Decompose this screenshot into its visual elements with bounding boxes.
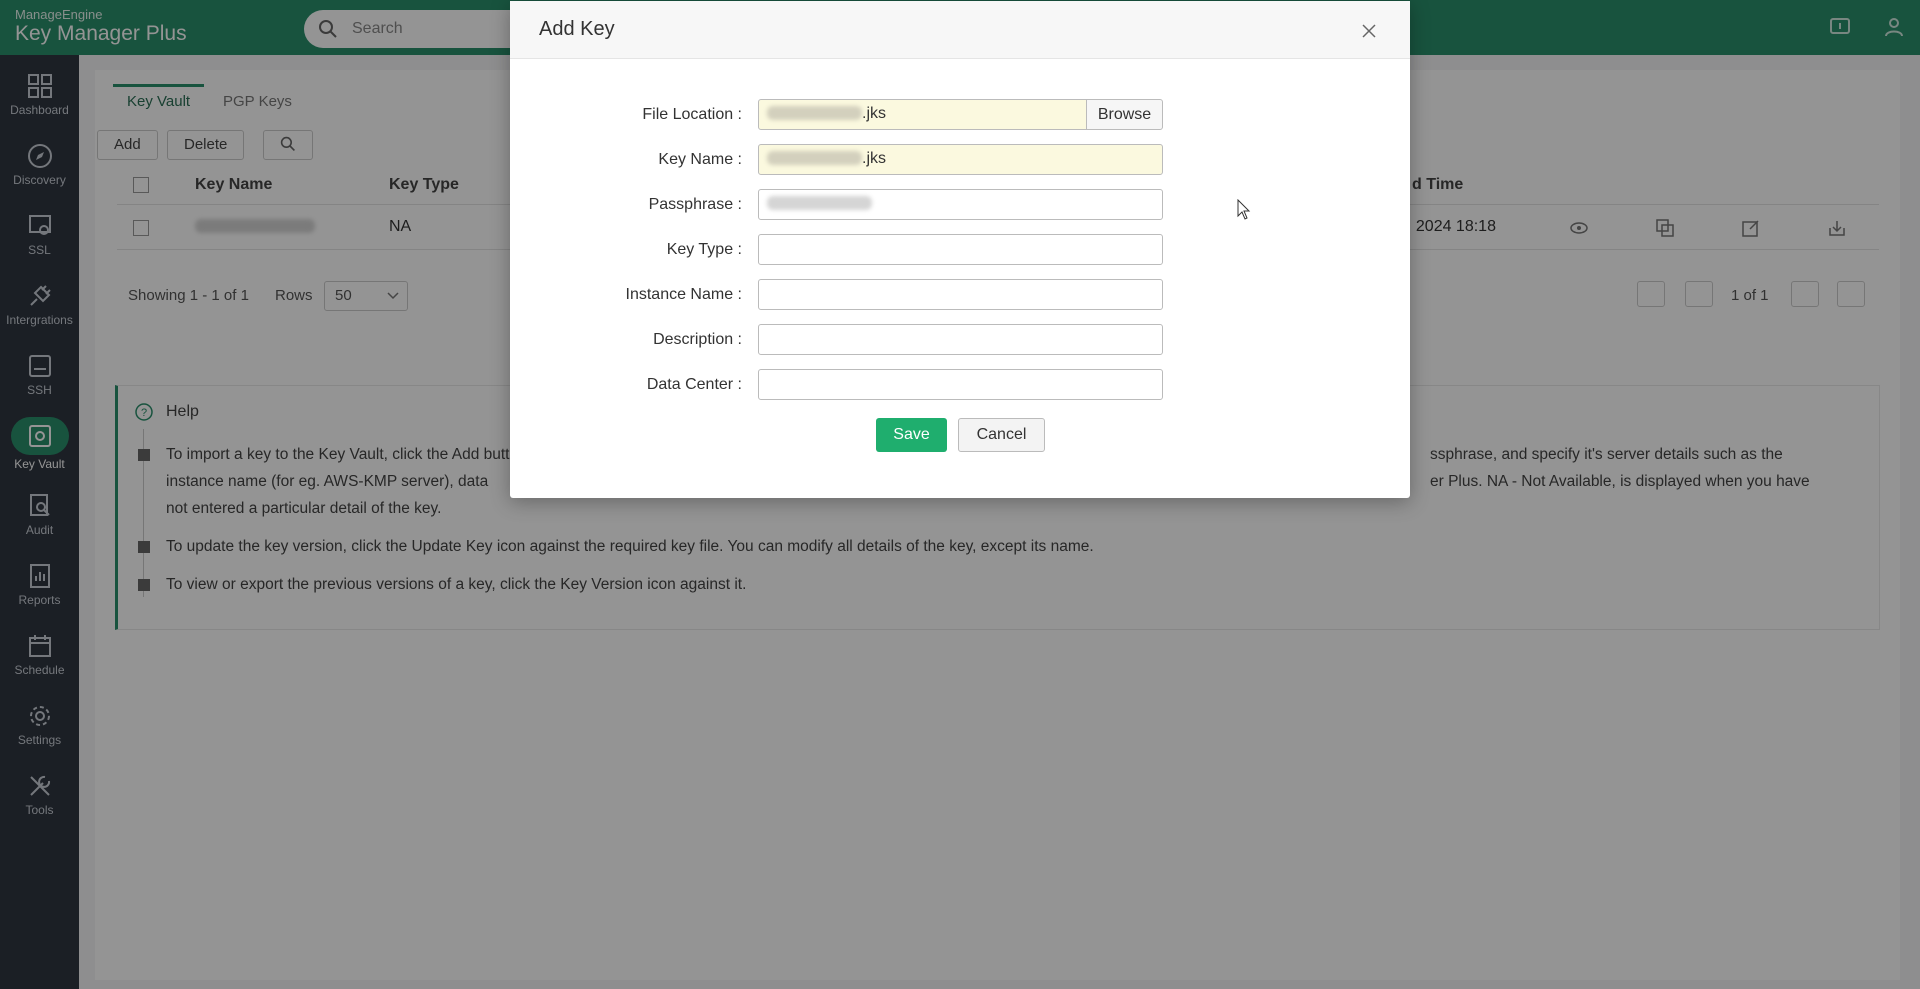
browse-button[interactable]: Browse	[1086, 99, 1163, 130]
add-key-dialog: Add Key File Location : .jks Browse Key …	[510, 1, 1410, 498]
instance-name-label: Instance Name :	[625, 286, 743, 303]
key-type-row: Key Type :	[510, 234, 1410, 268]
dialog-title: Add Key	[539, 18, 615, 40]
key-name-row: Key Name : .jks	[510, 144, 1410, 178]
description-row: Description :	[510, 324, 1410, 358]
redacted-text	[767, 196, 872, 210]
mouse-cursor-icon	[1237, 199, 1251, 220]
description-label: Description :	[653, 331, 742, 348]
close-icon[interactable]	[1359, 21, 1379, 41]
data-center-label: Data Center :	[646, 376, 742, 393]
key-name-label: Key Name :	[658, 151, 742, 168]
key-type-field[interactable]	[758, 234, 1163, 265]
description-field[interactable]	[758, 324, 1163, 355]
passphrase-field[interactable]	[758, 189, 1163, 220]
passphrase-row: Passphrase :	[510, 189, 1410, 223]
file-location-label: File Location :	[642, 106, 742, 123]
cancel-button[interactable]: Cancel	[958, 418, 1045, 452]
data-center-row: Data Center :	[510, 369, 1410, 403]
dialog-header: Add Key	[510, 1, 1410, 59]
redacted-text	[767, 151, 862, 165]
file-location-field[interactable]: .jks	[758, 99, 1087, 130]
key-name-field[interactable]: .jks	[758, 144, 1163, 175]
instance-name-row: Instance Name :	[510, 279, 1410, 313]
data-center-field[interactable]	[758, 369, 1163, 400]
key-type-label: Key Type :	[666, 241, 742, 258]
key-name-suffix: .jks	[862, 150, 886, 167]
redacted-text	[767, 106, 862, 120]
file-location-suffix: .jks	[862, 105, 886, 122]
passphrase-label: Passphrase :	[648, 196, 742, 213]
file-location-row: File Location : .jks Browse	[510, 99, 1410, 133]
save-button[interactable]: Save	[876, 418, 947, 452]
instance-name-field[interactable]	[758, 279, 1163, 310]
